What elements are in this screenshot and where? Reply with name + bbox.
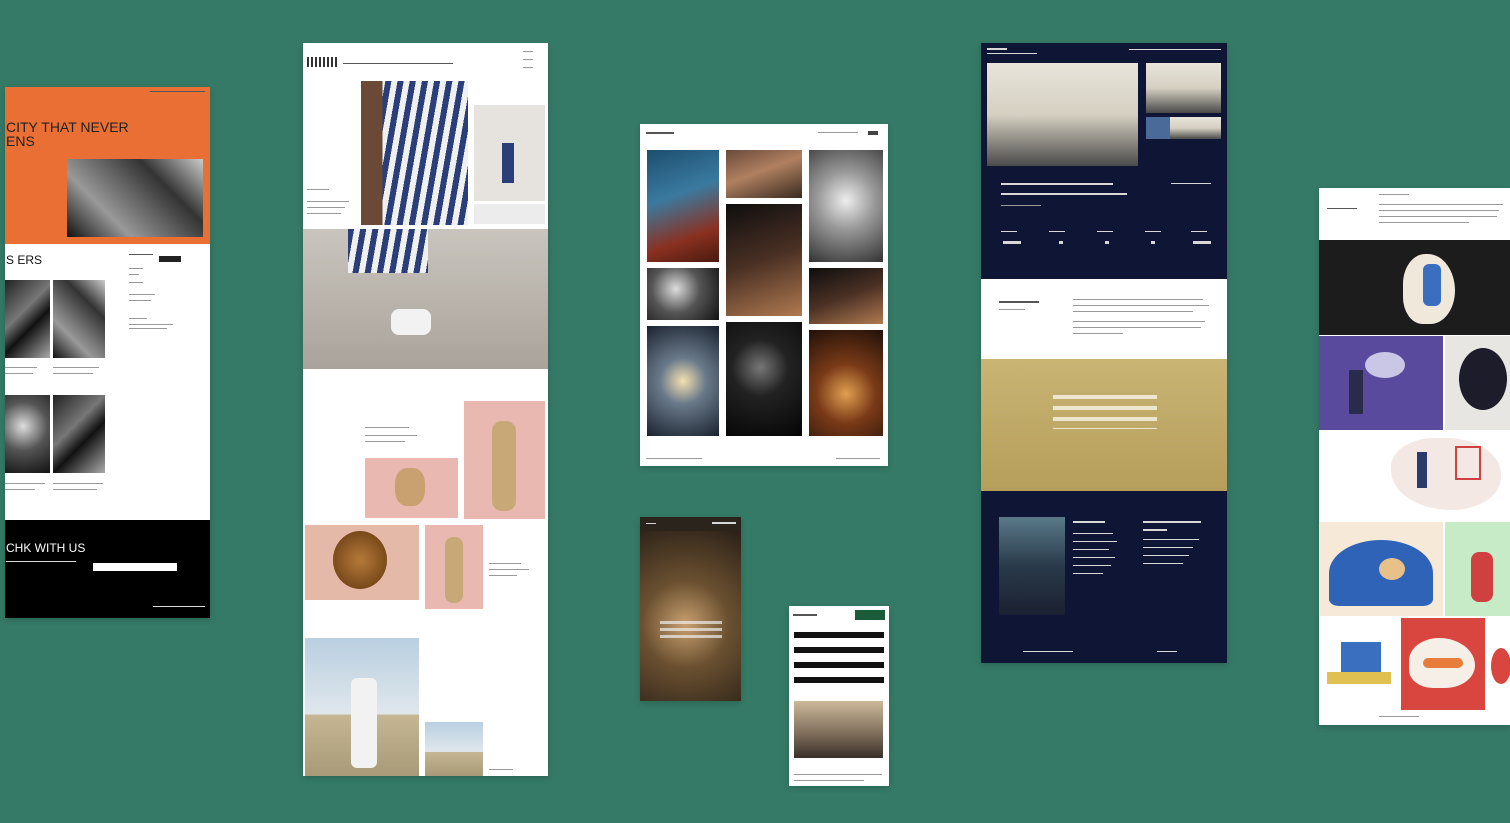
showcase-canvas: { "canvas": { "background": "#357a66" },… bbox=[0, 0, 1510, 823]
gallery-photo-4 bbox=[726, 204, 802, 316]
side-photo bbox=[474, 105, 545, 201]
nav-links bbox=[818, 132, 858, 133]
illustration-1 bbox=[1319, 240, 1510, 335]
thumb-photo-1 bbox=[1146, 63, 1221, 113]
logo bbox=[987, 48, 1007, 50]
pink-photo-2 bbox=[464, 401, 545, 519]
grid-image-3 bbox=[5, 395, 50, 473]
sidebar-info bbox=[129, 252, 189, 342]
hero-image bbox=[640, 531, 741, 701]
banner-section bbox=[981, 359, 1227, 491]
cta-section: CHK WITH US bbox=[5, 520, 210, 618]
template-card-fashion[interactable] bbox=[303, 43, 548, 776]
wide-photo bbox=[303, 229, 548, 369]
hair-photo bbox=[305, 525, 419, 600]
hero-title bbox=[660, 621, 722, 639]
cta-heading: CHK WITH US bbox=[6, 541, 86, 555]
article-image bbox=[794, 701, 883, 758]
illustration-3 bbox=[1445, 336, 1510, 430]
site-title bbox=[646, 132, 674, 134]
template-card-illustrations[interactable] bbox=[1319, 188, 1510, 725]
article-title bbox=[794, 632, 884, 686]
gallery-photo-6 bbox=[809, 268, 883, 324]
hero-section: CITY THAT NEVER ENS bbox=[5, 87, 210, 244]
beach-photo-2 bbox=[425, 722, 483, 776]
hero-photo bbox=[987, 63, 1138, 166]
hero-image bbox=[67, 159, 203, 237]
team-section bbox=[981, 491, 1227, 663]
template-card-city[interactable]: CITY THAT NEVER ENS S ERS CHK WITH US bbox=[5, 87, 210, 618]
logo bbox=[307, 57, 339, 67]
site-title bbox=[1327, 208, 1357, 209]
illustration-6 bbox=[1445, 522, 1510, 616]
gallery-photo-9 bbox=[809, 330, 883, 436]
gallery-photo-8 bbox=[726, 322, 802, 436]
about-section bbox=[981, 279, 1227, 359]
hero-headline: CITY THAT NEVER ENS bbox=[6, 119, 129, 149]
logo bbox=[793, 614, 817, 616]
illustration-9 bbox=[1487, 618, 1510, 710]
hero-photo bbox=[361, 81, 468, 225]
hero-section bbox=[981, 43, 1227, 279]
illustration-8 bbox=[1401, 618, 1485, 710]
gallery-photo-7 bbox=[647, 326, 719, 436]
pink-photo-1 bbox=[365, 458, 458, 518]
illustration-7 bbox=[1319, 618, 1399, 708]
banner-text bbox=[1053, 395, 1157, 429]
grid-image-1 bbox=[5, 280, 50, 358]
section-heading: S ERS bbox=[6, 253, 43, 267]
subscribe-field[interactable] bbox=[93, 563, 177, 571]
header-button[interactable] bbox=[855, 610, 885, 620]
gallery-photo-3 bbox=[809, 150, 883, 262]
gallery-photo-2 bbox=[726, 150, 802, 198]
template-card-real-estate[interactable] bbox=[981, 43, 1227, 663]
gallery-photo-1 bbox=[647, 150, 719, 262]
grid-image-2 bbox=[53, 280, 105, 358]
template-card-mobile-blog[interactable] bbox=[789, 606, 889, 786]
pink-photo-3 bbox=[425, 525, 483, 609]
nav-menu bbox=[523, 51, 533, 52]
illustration-5 bbox=[1319, 522, 1443, 616]
beach-photo bbox=[305, 638, 419, 776]
thumb-photo-3 bbox=[1146, 117, 1170, 139]
illustration-2 bbox=[1319, 336, 1443, 430]
illustration-4 bbox=[1319, 432, 1510, 520]
gallery-photo-5 bbox=[647, 268, 719, 320]
team-photo bbox=[999, 517, 1065, 615]
nav-links bbox=[150, 91, 205, 92]
template-card-portraits[interactable] bbox=[640, 124, 888, 466]
stats-row bbox=[1001, 231, 1217, 251]
template-card-mobile-food[interactable] bbox=[640, 517, 741, 701]
site-title bbox=[343, 63, 453, 64]
grid-image-4 bbox=[53, 395, 105, 473]
nav-links bbox=[1129, 49, 1221, 50]
